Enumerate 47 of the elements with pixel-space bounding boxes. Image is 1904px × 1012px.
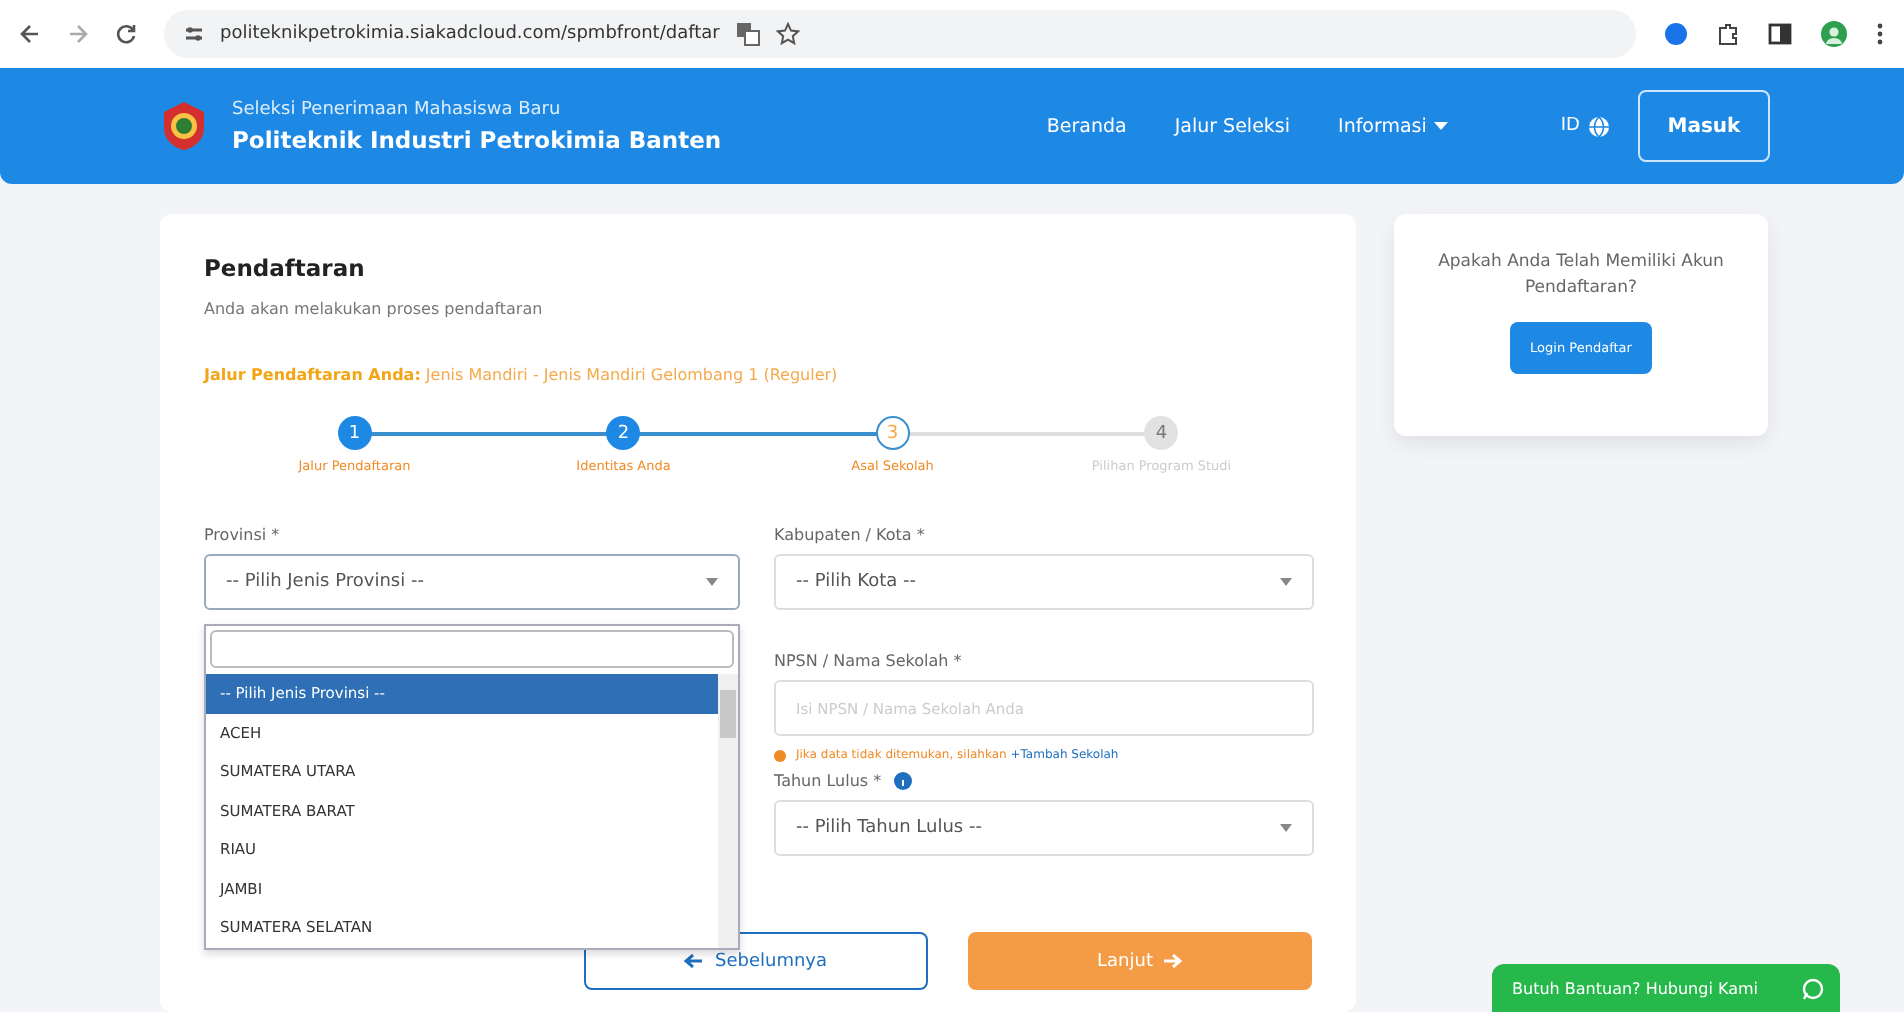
side-panel-icon[interactable] bbox=[1768, 22, 1792, 46]
selected-route-text: Jalur Pendaftaran Anda: Jenis Mandiri - Jenis Mandiri Gelombang 1 (Reguler) bbox=[204, 366, 840, 384]
college-emblem-icon bbox=[160, 100, 208, 152]
step-number: 4 bbox=[1144, 416, 1179, 450]
profile-avatar-icon[interactable] bbox=[1820, 20, 1848, 48]
caret-down-icon bbox=[706, 578, 718, 586]
star-icon[interactable] bbox=[775, 22, 800, 46]
nav-link[interactable]: Beranda bbox=[1046, 115, 1127, 137]
step-number: 3 bbox=[875, 416, 910, 450]
puzzle-icon[interactable] bbox=[1716, 22, 1740, 46]
field-label: Tahun Lulus * bbox=[774, 771, 882, 789]
address-bar[interactable]: politeknikpetrokimia.siakadcloud.com/spmbfront/daftar bbox=[164, 10, 1636, 58]
nav-link[interactable]: Jalur Seleksi bbox=[1174, 115, 1291, 137]
extension-badge-icon[interactable] bbox=[1664, 22, 1688, 46]
scrollbar[interactable] bbox=[718, 674, 738, 947]
step-number: 1 bbox=[337, 416, 372, 450]
field-label: Kabupaten / Kota * bbox=[774, 523, 927, 546]
form-title: Pendaftaran bbox=[204, 254, 367, 282]
site-settings-icon bbox=[184, 24, 204, 44]
account-question: Apakah Anda Telah Memiliki Akun Pendaftaran? bbox=[1436, 250, 1726, 301]
back-arrow-icon[interactable] bbox=[20, 24, 40, 44]
translate-icon[interactable] bbox=[735, 22, 760, 46]
more-menu-icon[interactable] bbox=[1876, 22, 1884, 46]
dropdown-search-field[interactable] bbox=[210, 630, 734, 668]
arrow-left-icon bbox=[684, 954, 703, 968]
year-select[interactable]: -- Pilih Tahun Lulus -- bbox=[774, 800, 1314, 856]
warning-icon bbox=[774, 749, 786, 761]
caret-down-icon bbox=[1280, 824, 1292, 832]
field-label: Provinsi * bbox=[204, 523, 282, 546]
chat-bubble-icon bbox=[1802, 977, 1824, 999]
step-number: 2 bbox=[606, 416, 641, 450]
caret-down-icon bbox=[1434, 122, 1449, 130]
arrow-right-icon bbox=[1164, 954, 1183, 968]
info-icon bbox=[893, 771, 912, 789]
nav-link[interactable]: Informasi bbox=[1338, 115, 1449, 137]
globe-icon bbox=[1588, 115, 1610, 137]
site-subtitle: Seleksi Penerimaan Mahasiswa Baru bbox=[232, 99, 563, 119]
field-label: NPSN / Nama Sekolah * bbox=[774, 649, 964, 672]
site-title: Politeknik Industri Petrokimia Banten bbox=[232, 125, 722, 153]
url-text: politeknikpetrokimia.siakadcloud.com/spmbfront/daftar bbox=[220, 24, 720, 44]
language-selector[interactable]: ID bbox=[1560, 115, 1610, 137]
form-subtitle: Anda akan melakukan proses pendaftaran bbox=[204, 300, 545, 318]
city-select[interactable]: -- Pilih Kota -- bbox=[774, 554, 1314, 610]
province-select[interactable]: -- Pilih Jenis Provinsi -- bbox=[204, 554, 740, 610]
caret-down-icon bbox=[1280, 578, 1292, 586]
reload-icon[interactable] bbox=[116, 24, 136, 44]
login-button[interactable]: Masuk bbox=[1638, 90, 1770, 162]
